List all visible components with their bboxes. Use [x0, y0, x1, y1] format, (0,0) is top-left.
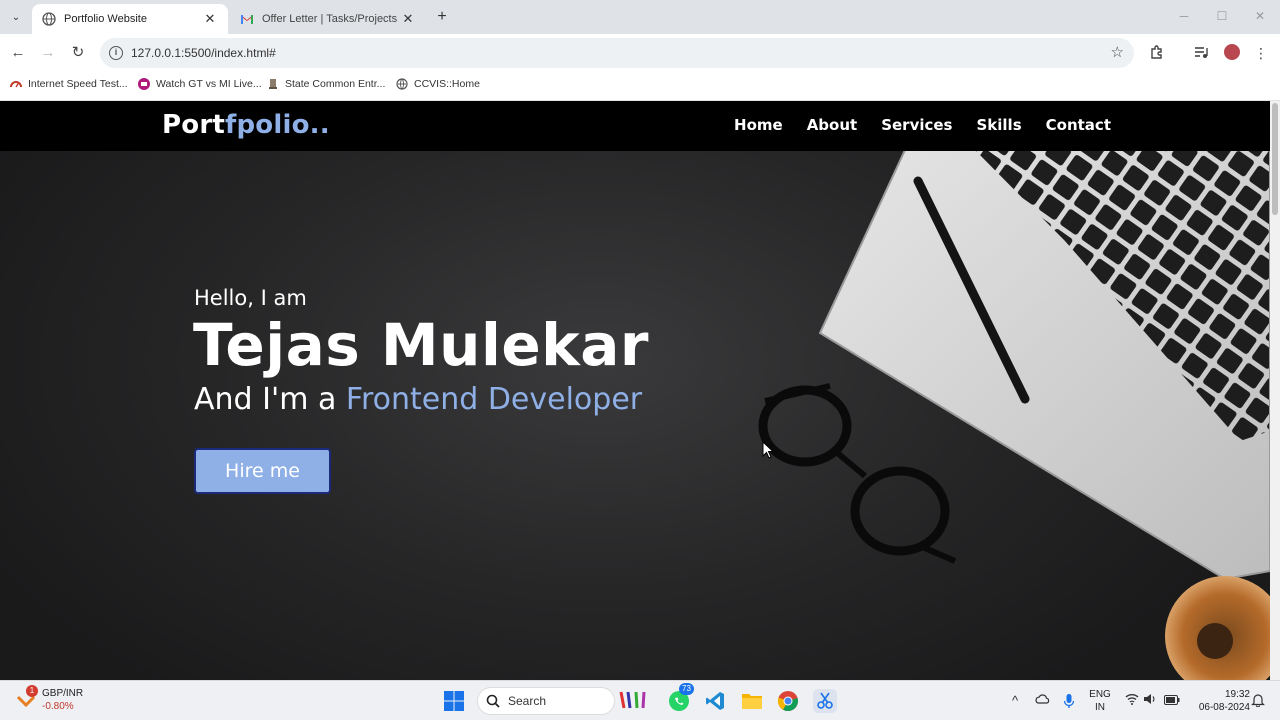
emblem-icon [269, 79, 277, 89]
site-logo[interactable]: Portfpolio.. [162, 110, 330, 140]
close-window-icon[interactable]: ✕ [1252, 8, 1268, 24]
bookmark-label: State Common Entr... [285, 78, 386, 90]
reload-icon[interactable]: ↻ [68, 43, 88, 63]
search-label: Search [508, 694, 547, 708]
close-icon[interactable]: ✕ [400, 11, 416, 27]
page-viewport: Portfpolio.. Home About Services Skills … [0, 101, 1280, 680]
bookmark-label: Watch GT vs MI Live... [156, 78, 262, 90]
forward-icon[interactable]: → [38, 43, 58, 63]
site-info-icon[interactable]: i [109, 46, 123, 60]
hero-content: Hello, I am Tejas Mulekar And I'm a Fron… [193, 286, 649, 417]
snipping-tool-icon[interactable] [813, 689, 837, 713]
maximize-icon[interactable]: ☐ [1214, 8, 1230, 24]
search-icon [486, 694, 500, 708]
onedrive-icon[interactable] [1034, 693, 1050, 709]
nav-about[interactable]: About [807, 116, 858, 134]
vscode-icon[interactable] [703, 689, 727, 713]
nav-services[interactable]: Services [881, 116, 952, 134]
nav-contact[interactable]: Contact [1046, 116, 1111, 134]
region-label: IN [1095, 702, 1105, 713]
trend-icon: 1 [16, 685, 38, 709]
back-icon[interactable]: ← [8, 43, 28, 63]
browser-toolbar: ← → ↻ i 127.0.0.1:5500/index.html# ☆ ⋮ [0, 34, 1280, 72]
address-bar[interactable]: i 127.0.0.1:5500/index.html# ☆ [100, 38, 1134, 68]
input-language[interactable]: ENG IN [1088, 688, 1112, 714]
nav-skills[interactable]: Skills [977, 116, 1022, 134]
language-label: ENG [1089, 689, 1111, 700]
file-explorer-icon[interactable] [740, 689, 764, 713]
scrollbar-thumb[interactable] [1272, 103, 1278, 215]
tv-app-icon [138, 78, 150, 90]
windows-start-icon[interactable] [442, 689, 466, 713]
paint-brushes-icon[interactable] [616, 689, 650, 713]
tab-title: Offer Letter | Tasks/Projects | C [262, 13, 400, 25]
windows-taskbar: 1 GBP/INR -0.80% Search 73 ^ ENG IN 19:3… [0, 680, 1280, 720]
bookmarks-bar: Internet Speed Test... Watch GT vs MI Li… [0, 72, 1280, 101]
hero-section: Portfpolio.. Home About Services Skills … [0, 101, 1270, 680]
minimize-icon[interactable]: ─ [1176, 8, 1192, 24]
site-menu: Home About Services Skills Contact [734, 116, 1111, 134]
media-controls-icon[interactable] [1192, 44, 1210, 62]
bookmark-item[interactable]: Internet Speed Test... [10, 78, 128, 90]
page-scrollbar[interactable] [1270, 101, 1280, 680]
taskbar-search[interactable]: Search [477, 687, 615, 715]
whatsapp-icon[interactable]: 73 [667, 683, 694, 713]
chevron-up-icon[interactable]: ^ [1007, 693, 1023, 709]
role-highlight: Frontend Developer [345, 382, 643, 417]
bookmark-item[interactable]: Watch GT vs MI Live... [138, 78, 262, 90]
hero-name: Tejas Mulekar [193, 311, 649, 379]
tab-title: Portfolio Website [64, 13, 147, 25]
profile-avatar[interactable] [1224, 44, 1240, 60]
site-navbar: Portfpolio.. Home About Services Skills … [0, 101, 1270, 151]
clock[interactable]: 19:32 06-08-2024 [1190, 688, 1250, 714]
ticker-badge: 1 [26, 685, 38, 697]
globe-icon [42, 12, 56, 26]
tab-search-icon[interactable]: ⌄ [6, 7, 26, 27]
clock-time: 19:32 [1224, 689, 1250, 700]
hero-role: And I'm a Frontend Developer [194, 382, 649, 417]
extensions-icon[interactable] [1148, 44, 1166, 62]
logo-text: Port [162, 110, 225, 140]
close-icon[interactable]: ✕ [202, 11, 218, 27]
globe-icon [396, 78, 408, 90]
ticker-text: GBP/INR -0.80% [42, 687, 83, 713]
volume-icon[interactable] [1142, 693, 1158, 709]
microphone-icon[interactable] [1061, 693, 1077, 709]
notification-bell-icon[interactable] [1250, 693, 1266, 709]
chrome-icon[interactable] [776, 689, 800, 713]
wifi-icon[interactable] [1124, 693, 1140, 709]
whatsapp-badge: 73 [679, 683, 694, 695]
nav-home[interactable]: Home [734, 116, 783, 134]
bookmark-item[interactable]: State Common Entr... [267, 78, 385, 90]
tab-offer-letter[interactable]: Offer Letter | Tasks/Projects | C ✕ [230, 4, 426, 34]
new-tab-button[interactable]: + [432, 8, 452, 28]
clock-date: 06-08-2024 [1198, 702, 1250, 713]
tab-strip: ⌄ Portfolio Website ✕ Offer Letter | Tas… [0, 0, 1280, 34]
bookmark-label: Internet Speed Test... [28, 78, 128, 90]
speedometer-icon [10, 81, 22, 88]
bookmark-star-icon[interactable]: ☆ [1111, 43, 1124, 61]
stock-ticker-widget[interactable]: 1 GBP/INR -0.80% [16, 685, 83, 713]
url-text[interactable]: 127.0.0.1:5500/index.html# [131, 46, 276, 60]
role-prefix: And I'm a [194, 382, 346, 417]
tab-portfolio[interactable]: Portfolio Website ✕ [32, 4, 228, 34]
battery-icon[interactable] [1164, 693, 1180, 709]
hero-greeting: Hello, I am [194, 286, 307, 310]
mouse-cursor-icon [762, 441, 774, 459]
bookmark-label: CCVIS::Home [414, 78, 480, 90]
menu-kebab-icon[interactable]: ⋮ [1252, 44, 1270, 62]
ticker-symbol: GBP/INR [42, 688, 84, 699]
logo-accent-text: fpolio.. [224, 110, 330, 140]
bookmark-item[interactable]: CCVIS::Home [396, 78, 480, 90]
ticker-change: -0.80% [42, 701, 74, 712]
gmail-icon [241, 15, 253, 24]
hire-me-button[interactable]: Hire me [194, 448, 331, 494]
